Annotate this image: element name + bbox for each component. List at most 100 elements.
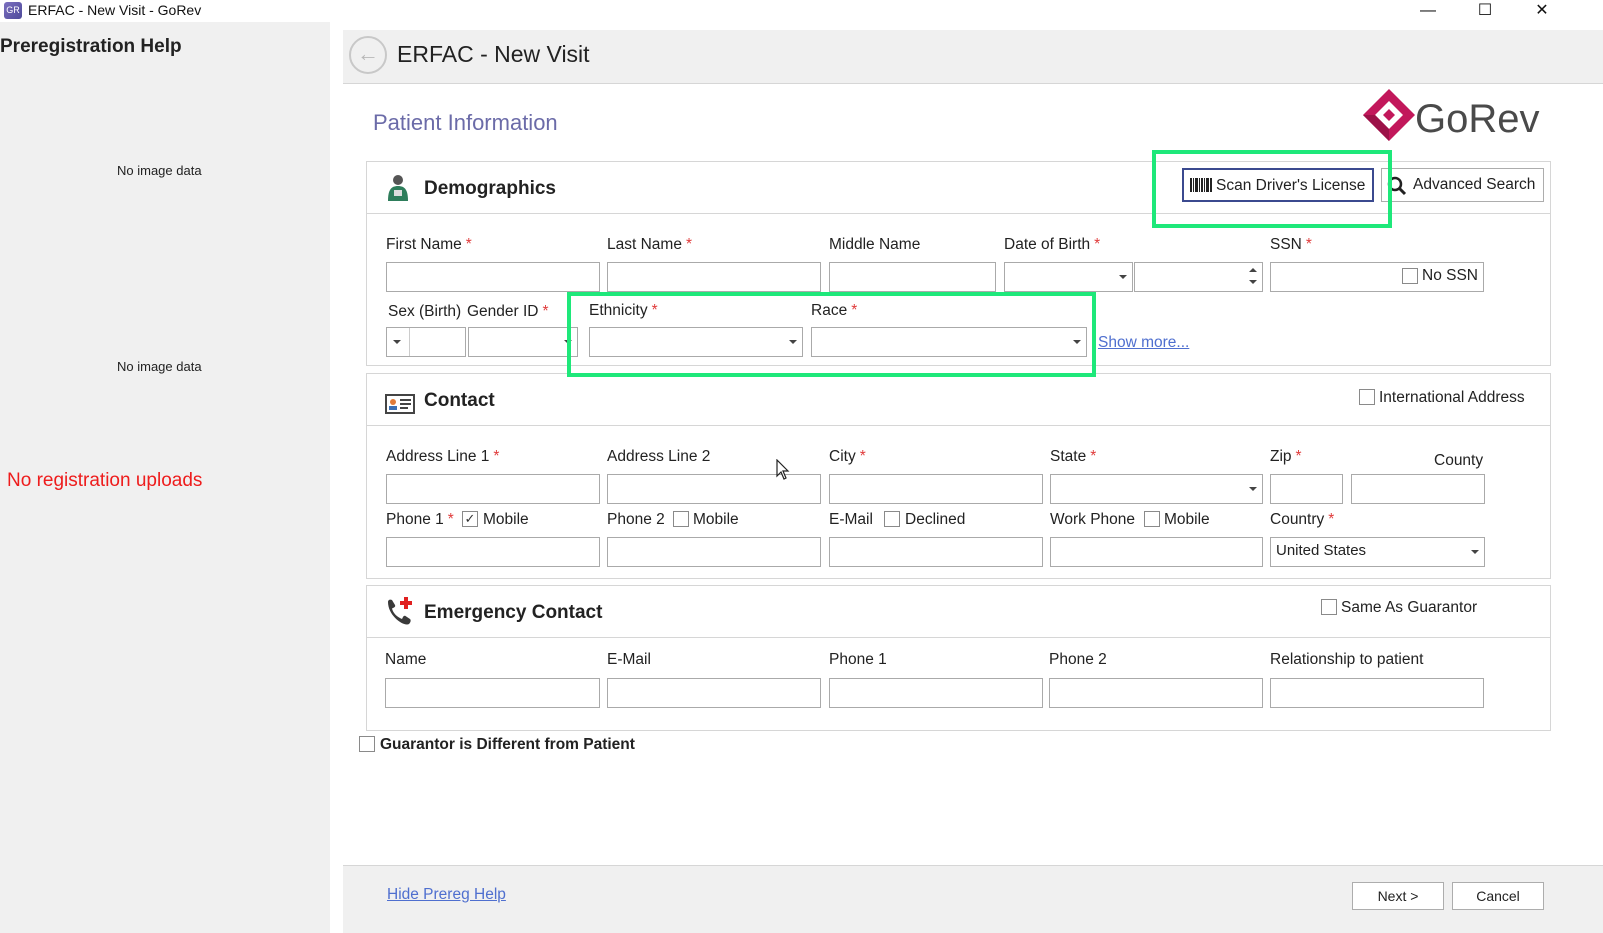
help-pane-title: Preregistration Help (0, 36, 182, 57)
back-button[interactable]: ← (349, 36, 387, 74)
ec-phone1-label: Phone 1 (829, 651, 887, 668)
middle-name-label: Middle Name (829, 236, 921, 253)
email-declined-label: Declined (905, 511, 966, 528)
country-value: United States (1276, 542, 1367, 559)
logo-text: GoRev (1415, 97, 1540, 141)
next-button[interactable]: Next > (1352, 882, 1444, 910)
footer-bar: Hide Prereg Help Next > Cancel (343, 865, 1603, 933)
contact-panel: Contact International Address Address Li… (366, 373, 1551, 579)
scan-license-highlight (1152, 150, 1392, 228)
chevron-down-icon (1471, 550, 1479, 554)
guarantor-different-checkbox[interactable] (359, 736, 375, 752)
country-select[interactable]: United States (1270, 537, 1485, 567)
ec-email-label: E-Mail (607, 651, 651, 668)
mouse-cursor-icon (776, 459, 790, 480)
window-title: ERFAC - New Visit - GoRev (28, 2, 202, 18)
no-ssn-checkbox[interactable] (1402, 268, 1418, 284)
address1-input[interactable] (386, 474, 600, 504)
ec-relationship-input[interactable] (1270, 678, 1484, 708)
phone2-input[interactable] (607, 537, 821, 567)
image-placeholder-1: No image data (117, 163, 202, 178)
address2-label: Address Line 2 (607, 448, 711, 465)
main-content: ← ERFAC - New Visit Patient Information … (343, 22, 1603, 933)
contact-card-icon (385, 394, 415, 414)
person-icon (388, 175, 408, 201)
work-phone-label: Work Phone (1050, 511, 1136, 528)
prereg-help-pane: Preregistration Help No image data No im… (0, 22, 330, 933)
county-input[interactable] (1351, 474, 1485, 504)
chevron-down-icon (1119, 275, 1127, 279)
state-label: State * (1050, 448, 1097, 465)
last-name-input[interactable] (607, 262, 821, 292)
dob-month-select[interactable] (1004, 262, 1133, 292)
gender-id-label: Gender ID * (467, 303, 549, 320)
maximize-button[interactable]: ☐ (1465, 0, 1505, 22)
email-input[interactable] (829, 537, 1043, 567)
gender-id-select[interactable] (468, 327, 578, 357)
first-name-label: First Name * (386, 236, 472, 253)
ec-phone2-label: Phone 2 (1049, 651, 1107, 668)
phone1-input[interactable] (386, 537, 600, 567)
email-declined-checkbox[interactable] (884, 511, 900, 527)
email-label: E-Mail (829, 511, 873, 528)
last-name-label: Last Name * (607, 236, 692, 253)
contact-title: Contact (424, 390, 495, 411)
state-select[interactable] (1050, 474, 1263, 504)
zip-input[interactable] (1270, 474, 1343, 504)
ec-relationship-label: Relationship to patient (1270, 651, 1424, 668)
country-label: Country * (1270, 511, 1335, 528)
ethnicity-race-highlight (567, 292, 1096, 377)
page-header: ← ERFAC - New Visit (343, 30, 1603, 84)
work-phone-input[interactable] (1050, 537, 1263, 567)
demographics-title: Demographics (424, 178, 556, 199)
advanced-search-label: Advanced Search (1413, 176, 1536, 193)
ssn-label: SSN * (1270, 236, 1312, 253)
no-ssn-label: No SSN (1422, 267, 1478, 284)
zip-label: Zip * (1270, 448, 1302, 465)
uploads-status: No registration uploads (7, 470, 203, 491)
phone1-label: Phone 1 * (386, 511, 454, 528)
work-phone-mobile-label: Mobile (1164, 511, 1210, 528)
ec-name-input[interactable] (385, 678, 600, 708)
phone2-label: Phone 2 (607, 511, 665, 528)
show-more-link[interactable]: Show more... (1098, 334, 1189, 352)
same-as-guarantor-label: Same As Guarantor (1341, 599, 1478, 616)
middle-name-input[interactable] (829, 262, 996, 292)
cancel-button[interactable]: Cancel (1452, 882, 1544, 910)
ec-phone2-input[interactable] (1049, 678, 1263, 708)
dob-label: Date of Birth * (1004, 236, 1101, 253)
sex-birth-label: Sex (Birth) (388, 303, 462, 320)
ec-phone1-input[interactable] (829, 678, 1043, 708)
hide-prereg-help-link[interactable]: Hide Prereg Help (387, 886, 506, 904)
ssn-input[interactable]: No SSN (1270, 262, 1484, 292)
city-label: City * (829, 448, 866, 465)
emergency-phone-icon (388, 597, 412, 625)
phone2-mobile-label: Mobile (693, 511, 739, 528)
international-address-label: International Address (1379, 389, 1525, 406)
gorev-logo-icon (1363, 89, 1415, 141)
city-input[interactable] (829, 474, 1043, 504)
international-address-checkbox[interactable] (1359, 389, 1375, 405)
emergency-contact-title: Emergency Contact (424, 602, 603, 623)
guarantor-different-label: Guarantor is Different from Patient (380, 736, 635, 753)
chevron-down-icon (1249, 487, 1257, 491)
window-titlebar: GR ERFAC - New Visit - GoRev — ☐ ✕ (0, 0, 1603, 22)
contact-header: Contact International Address (367, 374, 1550, 426)
spin-down-icon[interactable] (1249, 280, 1257, 284)
same-as-guarantor-checkbox[interactable] (1321, 599, 1337, 615)
work-phone-mobile-checkbox[interactable] (1144, 511, 1160, 527)
emergency-contact-panel: Emergency Contact Same As Guarantor Name… (366, 585, 1551, 731)
first-name-input[interactable] (386, 262, 600, 292)
ec-email-input[interactable] (607, 678, 821, 708)
sex-birth-select[interactable] (386, 327, 466, 357)
page-title: ERFAC - New Visit (397, 41, 590, 67)
spin-up-icon[interactable] (1249, 268, 1257, 272)
dob-spinner[interactable] (1134, 262, 1263, 292)
chevron-down-icon (393, 340, 401, 344)
phone2-mobile-checkbox[interactable] (673, 511, 689, 527)
minimize-button[interactable]: — (1408, 0, 1448, 22)
close-button[interactable]: ✕ (1522, 0, 1562, 22)
advanced-search-button[interactable]: Advanced Search (1381, 168, 1544, 202)
phone1-mobile-checkbox[interactable]: ✓ (462, 511, 478, 527)
county-label: County (1434, 452, 1484, 469)
